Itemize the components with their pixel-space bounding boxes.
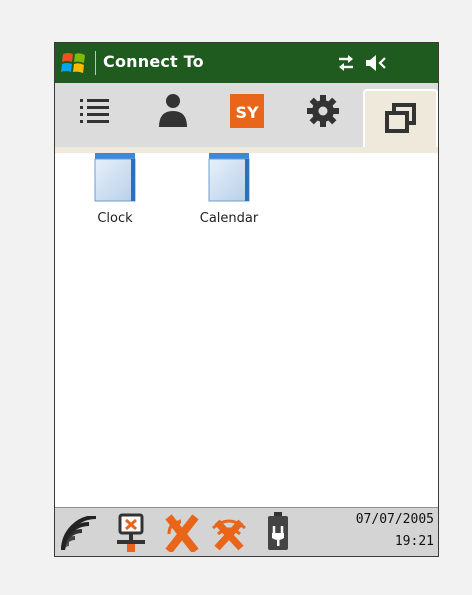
folder-label: Clock bbox=[97, 211, 133, 226]
title-bar: Connect To bbox=[55, 43, 438, 83]
status-time[interactable]: 19:21 bbox=[395, 534, 434, 549]
gear-icon bbox=[307, 95, 339, 127]
battery-plug-icon[interactable] bbox=[265, 512, 291, 552]
folder-calendar[interactable]: Calendar bbox=[179, 153, 279, 253]
start-menu-icon[interactable] bbox=[61, 50, 87, 76]
sy-logo-icon: SY bbox=[230, 94, 264, 128]
folder-icon bbox=[208, 153, 250, 202]
tab-windows[interactable] bbox=[363, 89, 438, 147]
pocketpc-screen: Connect To SY Clock Calendar 07/07/2005 … bbox=[54, 42, 439, 557]
window-title: Connect To bbox=[103, 52, 204, 71]
signal-bars-icon[interactable] bbox=[59, 516, 97, 552]
volume-icon[interactable] bbox=[363, 52, 389, 74]
tab-sy[interactable]: SY bbox=[223, 89, 271, 133]
title-separator bbox=[95, 51, 96, 75]
bottom-status-bar: 07/07/2005 19:21 bbox=[55, 507, 438, 556]
status-date[interactable]: 07/07/2005 bbox=[356, 512, 434, 527]
folder-icon bbox=[94, 153, 136, 202]
windows-icon bbox=[384, 103, 416, 133]
wifi-disconnected-icon[interactable] bbox=[209, 514, 249, 552]
svg-text:SY: SY bbox=[235, 103, 259, 122]
network-disconnected-icon[interactable] bbox=[115, 513, 149, 553]
folder-clock[interactable]: Clock bbox=[65, 153, 165, 253]
list-icon bbox=[80, 99, 109, 123]
tab-contacts[interactable] bbox=[149, 89, 197, 133]
sync-error-icon[interactable] bbox=[163, 514, 201, 552]
tab-settings[interactable] bbox=[299, 89, 347, 133]
tab-list[interactable] bbox=[71, 89, 119, 133]
connectivity-icon[interactable] bbox=[335, 53, 357, 73]
tab-bar: SY bbox=[55, 83, 438, 147]
folder-label: Calendar bbox=[199, 211, 259, 226]
person-icon bbox=[159, 94, 187, 127]
content-area: Clock Calendar bbox=[55, 153, 438, 507]
